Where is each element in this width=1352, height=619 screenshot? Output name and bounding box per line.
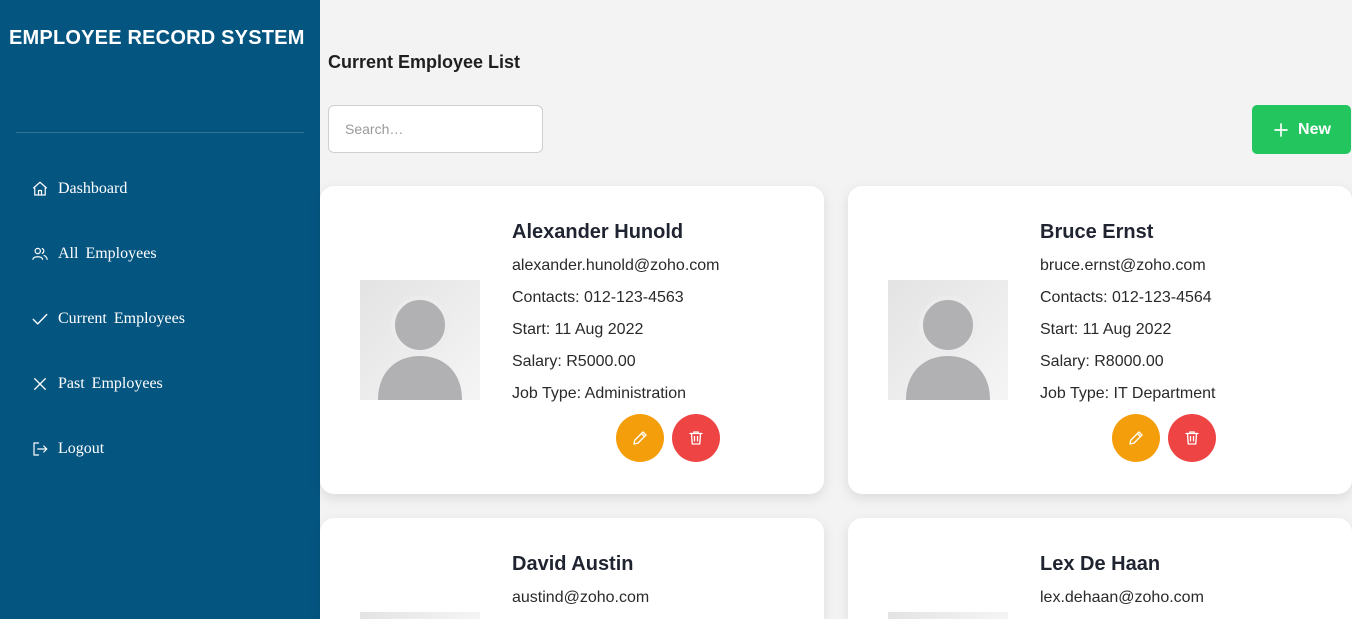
home-icon — [30, 179, 50, 199]
logout-icon — [30, 439, 50, 459]
employee-name: Bruce Ernst — [1040, 221, 1154, 243]
sidebar-item-logout[interactable]: Logout — [30, 434, 104, 464]
employee-contacts: Contacts: 012-123-4564 — [1040, 289, 1212, 306]
employee-job-type: Job Type: Administration — [512, 385, 687, 402]
employee-email: lex.dehaan@zoho.com — [1040, 589, 1204, 606]
edit-button[interactable] — [1112, 414, 1160, 462]
employee-name: Alexander Hunold — [512, 221, 684, 243]
employee-email: austind@zoho.com — [512, 589, 650, 606]
new-employee-button[interactable]: New — [1252, 105, 1351, 154]
employee-contacts: Contacts: 012-123-4563 — [512, 289, 684, 306]
sidebar-item-label: Current Employees — [58, 310, 185, 327]
sidebar-item-label: Past Employees — [58, 375, 163, 392]
sidebar-item-label: All Employees — [58, 245, 157, 262]
search-input[interactable] — [328, 105, 543, 153]
app-title: EMPLOYEE RECORD SYSTEM — [9, 27, 305, 49]
sidebar-item-past-employees[interactable]: Past Employees — [30, 369, 163, 399]
sidebar-divider — [16, 132, 304, 133]
employee-email: alexander.hunold@zoho.com — [512, 257, 720, 274]
sidebar-item-label: Dashboard — [58, 180, 128, 197]
employee-card: Lex De Haan lex.dehaan@zoho.com — [848, 518, 1352, 619]
x-icon — [30, 374, 50, 394]
employee-email: bruce.ernst@zoho.com — [1040, 257, 1206, 274]
edit-button[interactable] — [616, 414, 664, 462]
pencil-icon — [631, 429, 649, 447]
pencil-icon — [1127, 429, 1145, 447]
sidebar-item-current-employees[interactable]: Current Employees — [30, 304, 185, 334]
employee-salary: Salary: R5000.00 — [512, 353, 636, 370]
employee-salary: Salary: R8000.00 — [1040, 353, 1164, 370]
avatar — [360, 280, 480, 400]
sidebar-item-all-employees[interactable]: All Employees — [30, 239, 157, 269]
delete-button[interactable] — [1168, 414, 1216, 462]
employee-card: David Austin austind@zoho.com — [320, 518, 824, 619]
sidebar: EMPLOYEE RECORD SYSTEM Dashboard All Emp… — [0, 0, 320, 619]
check-icon — [30, 309, 50, 329]
avatar — [888, 280, 1008, 400]
users-icon — [30, 244, 50, 264]
employee-card: Alexander Hunold alexander.hunold@zoho.c… — [320, 186, 824, 494]
avatar — [888, 612, 1008, 619]
employee-name: David Austin — [512, 553, 634, 575]
new-button-label: New — [1298, 120, 1331, 138]
employee-name: Lex De Haan — [1040, 553, 1161, 575]
trash-icon — [1183, 429, 1201, 447]
delete-button[interactable] — [672, 414, 720, 462]
employee-start: Start: 11 Aug 2022 — [512, 321, 644, 338]
trash-icon — [687, 429, 705, 447]
page-title: Current Employee List — [328, 52, 521, 72]
employee-card: Bruce Ernst bruce.ernst@zoho.com Contact… — [848, 186, 1352, 494]
employee-start: Start: 11 Aug 2022 — [1040, 321, 1172, 338]
avatar — [360, 612, 480, 619]
sidebar-item-label: Logout — [58, 440, 105, 457]
employee-job-type: Job Type: IT Department — [1040, 385, 1216, 402]
sidebar-item-dashboard[interactable]: Dashboard — [30, 174, 127, 204]
plus-icon — [1272, 121, 1290, 139]
